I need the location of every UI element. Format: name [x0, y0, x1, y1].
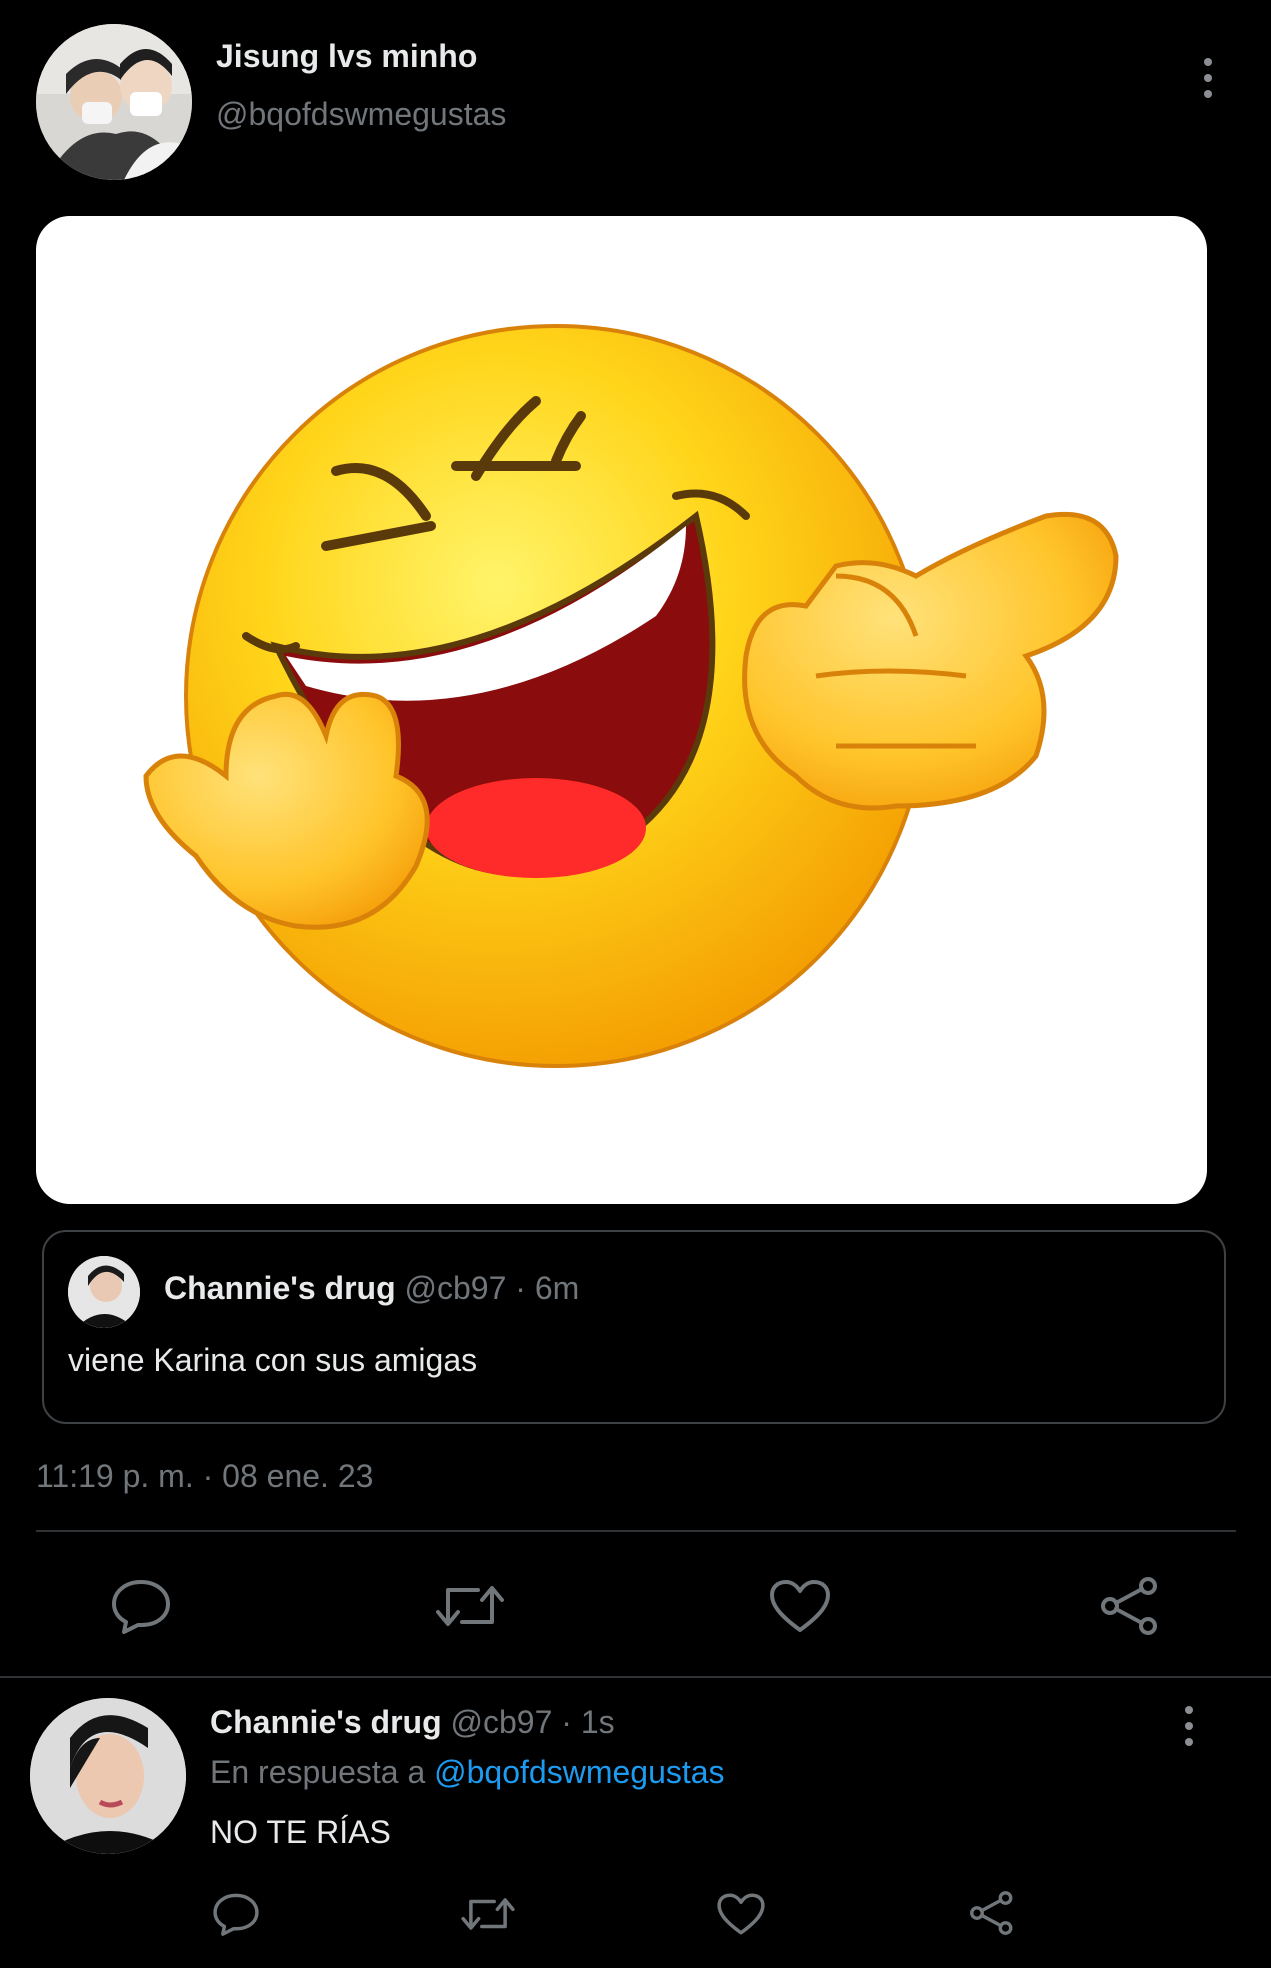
- like-icon[interactable]: [768, 1578, 832, 1634]
- reply-like-icon[interactable]: [716, 1892, 766, 1936]
- reply-to-mention[interactable]: @bqofdswmegustas: [434, 1754, 724, 1790]
- author-name[interactable]: Jisung lvs minho: [216, 38, 477, 75]
- divider: [0, 1676, 1271, 1678]
- quoted-text: viene Karina con sus amigas: [68, 1342, 478, 1378]
- reply-text: NO TE RÍAS: [210, 1814, 391, 1850]
- reply-author-name[interactable]: Channie's drug: [210, 1704, 442, 1740]
- quoted-author-handle[interactable]: @cb97: [405, 1270, 507, 1306]
- retweet-icon[interactable]: [434, 1578, 506, 1634]
- reply-icon[interactable]: [110, 1578, 172, 1634]
- reply-author-avatar[interactable]: [30, 1698, 186, 1854]
- laughing-pointing-emoji-icon: [143, 324, 1119, 1068]
- quoted-age: · 6m: [515, 1270, 580, 1306]
- more-options-icon[interactable]: [1204, 58, 1212, 106]
- tweet-media[interactable]: [36, 216, 1207, 1204]
- quoted-header: Channie's drug @cb97 · 6m: [164, 1270, 579, 1307]
- author-avatar[interactable]: [36, 24, 192, 180]
- author-handle[interactable]: @bqofdswmegustas: [216, 96, 506, 133]
- reply-header: Channie's drug @cb97 · 1s: [210, 1704, 615, 1741]
- reply-more-options-icon[interactable]: [1185, 1706, 1193, 1754]
- quoted-tweet-card[interactable]: [42, 1230, 1226, 1424]
- reply-reply-icon[interactable]: [212, 1892, 260, 1936]
- share-icon[interactable]: [1098, 1576, 1162, 1636]
- reply-age: · 1s: [561, 1704, 615, 1740]
- quoted-author-name[interactable]: Channie's drug: [164, 1270, 396, 1306]
- reply-context: En respuesta a @bqofdswmegustas: [210, 1754, 725, 1791]
- reply-share-icon[interactable]: [968, 1890, 1016, 1936]
- quoted-author-avatar[interactable]: [68, 1256, 140, 1328]
- reply-author-handle[interactable]: @cb97: [451, 1704, 553, 1740]
- reply-retweet-icon[interactable]: [460, 1892, 516, 1936]
- tweet-timestamp[interactable]: 11:19 p. m. · 08 ene. 23: [36, 1458, 373, 1495]
- divider: [36, 1530, 1236, 1532]
- reply-prefix: En respuesta a: [210, 1754, 426, 1790]
